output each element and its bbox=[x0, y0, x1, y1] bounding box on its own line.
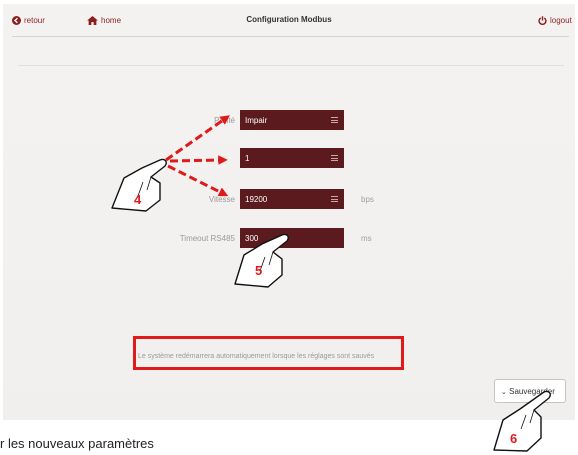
step-4-callout: 4 bbox=[134, 192, 142, 207]
step-5-callout: 5 bbox=[255, 263, 262, 278]
pointing-hand-icon bbox=[234, 233, 289, 288]
step-6-callout: 6 bbox=[510, 431, 517, 446]
annotation-overlay: 4 5 6 bbox=[111, 115, 551, 452]
pointing-hand-icon bbox=[493, 390, 551, 452]
red-dashed-arrows bbox=[165, 115, 230, 197]
instruction-caption: r les nouveaux paramètres bbox=[0, 436, 154, 451]
